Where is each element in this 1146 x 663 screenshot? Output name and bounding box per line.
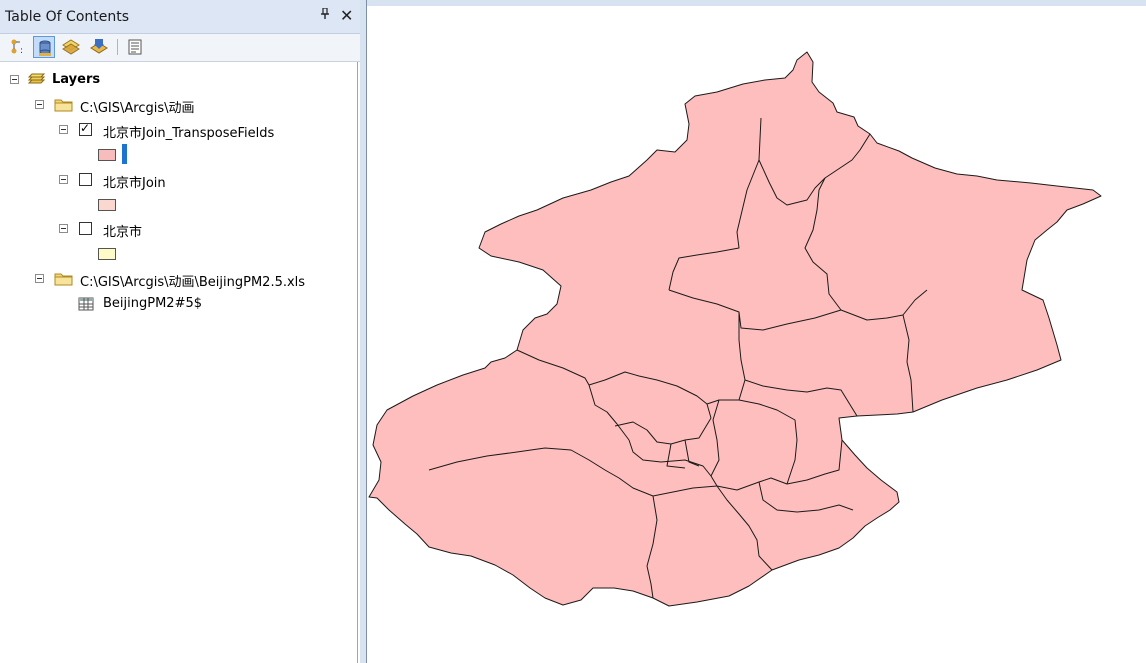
layer-visibility-checkbox[interactable] — [79, 173, 92, 186]
table-of-contents-panel: Table Of Contents ✕ : Layers C:\GIS\Arcg… — [0, 0, 360, 663]
layer-visibility-checkbox[interactable] — [79, 222, 92, 235]
beijing-district-map[interactable] — [367, 0, 1146, 663]
list-by-source-icon[interactable] — [33, 36, 55, 58]
collapse-icon[interactable] — [59, 125, 68, 134]
collapse-icon[interactable] — [59, 224, 68, 233]
tree-item-layer-2[interactable]: 北京市Join — [0, 171, 300, 191]
tree-label: Layers — [52, 72, 101, 87]
svg-text::: : — [20, 46, 23, 56]
tree-item-folder-1[interactable]: C:\GIS\Arcgis\动画 — [0, 96, 300, 116]
toc-toolbar: : — [0, 34, 360, 62]
list-by-visibility-icon[interactable] — [60, 36, 82, 58]
tree-label: BeijingPM2#5$ — [103, 296, 203, 311]
tree-label: C:\GIS\Arcgis\动画 — [80, 101, 195, 116]
tree-item-layers[interactable]: Layers — [0, 71, 200, 89]
list-by-selection-icon[interactable] — [88, 36, 110, 58]
close-icon[interactable]: ✕ — [340, 6, 353, 25]
toc-title: Table Of Contents — [5, 9, 130, 25]
list-by-drawing-order-icon[interactable]: : — [8, 36, 30, 58]
layer-1-symbol[interactable] — [98, 149, 116, 161]
collapse-icon[interactable] — [59, 175, 68, 184]
tree-item-layer-3[interactable]: 北京市 — [0, 220, 300, 240]
collapse-icon[interactable] — [35, 274, 44, 283]
toc-title-bar: Table Of Contents ✕ — [0, 0, 360, 34]
layer-tree: Layers C:\GIS\Arcgis\动画 北京市Join_Transpos… — [0, 62, 358, 663]
layer-2-symbol[interactable] — [98, 199, 116, 211]
folder-icon — [54, 271, 74, 290]
tree-item-layer-1[interactable]: 北京市Join_TransposeFields — [0, 121, 330, 141]
tree-label: 北京市Join_TransposeFields — [103, 126, 275, 141]
tree-item-folder-2[interactable]: C:\GIS\Arcgis\动画\BeijingPM2.5.xls — [0, 270, 358, 290]
tree-label: 北京市 — [103, 225, 143, 240]
collapse-icon[interactable] — [10, 75, 19, 84]
table-icon — [78, 297, 94, 315]
map-view[interactable] — [366, 0, 1146, 663]
folder-icon — [54, 97, 74, 116]
options-icon[interactable] — [124, 36, 146, 58]
collapse-icon[interactable] — [35, 100, 44, 109]
layer-3-symbol[interactable] — [98, 248, 116, 260]
tree-item-table[interactable]: BeijingPM2#5$ — [0, 295, 300, 313]
layers-icon — [26, 71, 46, 91]
toolbar-separator — [117, 39, 118, 55]
tree-label: C:\GIS\Arcgis\动画\BeijingPM2.5.xls — [80, 275, 306, 290]
pin-icon[interactable] — [320, 7, 330, 24]
layer-visibility-checkbox[interactable] — [79, 121, 92, 136]
tree-label: 北京市Join — [103, 176, 166, 191]
beijing-outline — [368, 51, 1102, 607]
selection-marker — [122, 144, 127, 164]
